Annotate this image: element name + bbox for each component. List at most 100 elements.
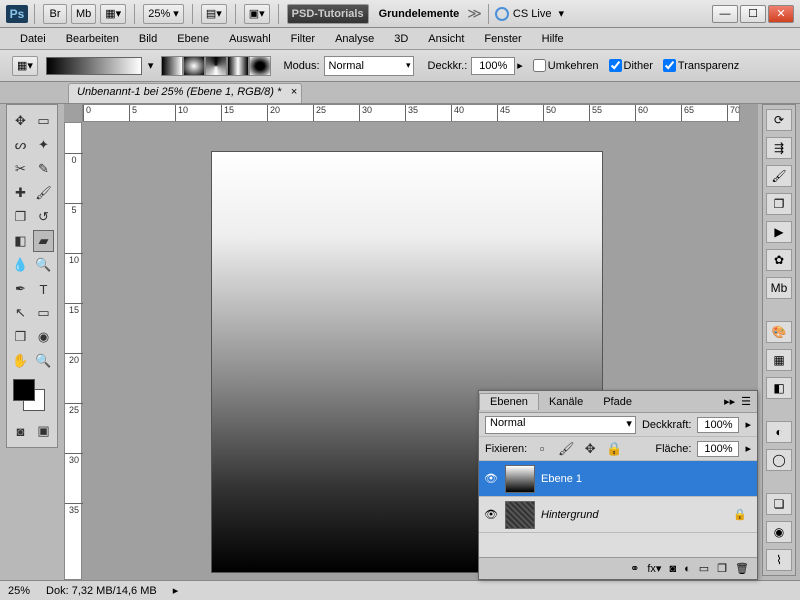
dock-masks-icon[interactable]: ◯	[766, 449, 792, 471]
ruler-horizontal[interactable]: 0510152025303540455055606570	[82, 104, 740, 122]
gradient-picker-chevron-icon[interactable]: ▾	[148, 59, 154, 72]
arrange-docs-button[interactable]: ▤▾	[201, 4, 227, 24]
dock-styles-icon[interactable]: ◧	[766, 377, 792, 399]
layer-thumbnail[interactable]	[505, 465, 535, 493]
tab-kanaele[interactable]: Kanäle	[539, 394, 593, 410]
screenmode-toggle[interactable]: ▣	[33, 420, 54, 442]
dock-history-icon[interactable]: ⟳	[766, 109, 792, 131]
path-select-tool[interactable]: ↖	[10, 302, 31, 324]
layer-fx-icon[interactable]: fx▾	[647, 562, 661, 575]
dock-color-icon[interactable]: 🎨	[766, 321, 792, 343]
screen-mode-button[interactable]: ▣▾	[244, 4, 270, 24]
menu-fenster[interactable]: Fenster	[474, 31, 531, 47]
menu-ansicht[interactable]: Ansicht	[418, 31, 474, 47]
shape-tool[interactable]: ▭	[33, 302, 54, 324]
dither-checkbox[interactable]	[609, 59, 622, 72]
opacity-input[interactable]	[471, 57, 515, 75]
layer-opacity-flyout-icon[interactable]: ▸	[745, 418, 751, 431]
menu-hilfe[interactable]: Hilfe	[532, 31, 574, 47]
tab-pfade[interactable]: Pfade	[593, 394, 642, 410]
lock-transparency-icon[interactable]: ▫	[534, 441, 550, 457]
gradient-linear[interactable]	[161, 56, 183, 76]
dock-paths-icon[interactable]: ⌇	[766, 549, 792, 571]
type-tool[interactable]: T	[33, 278, 54, 300]
layer-thumbnail[interactable]	[505, 501, 535, 529]
lock-all-icon[interactable]: 🔒	[606, 441, 622, 457]
magic-wand-tool[interactable]: ✦	[33, 134, 54, 156]
minimize-button[interactable]: —	[712, 5, 738, 23]
link-layers-icon[interactable]: ⚭	[630, 562, 639, 575]
menu-datei[interactable]: Datei	[10, 31, 56, 47]
menu-auswahl[interactable]: Auswahl	[219, 31, 281, 47]
gradient-tool[interactable]: ▰	[33, 230, 54, 252]
lock-position-icon[interactable]: ✥	[582, 441, 598, 457]
transparenz-checkbox[interactable]	[663, 59, 676, 72]
layer-blend-mode-select[interactable]: Normal	[485, 416, 636, 434]
stamp-tool[interactable]: ❐	[10, 206, 31, 228]
eyedropper-tool[interactable]: ✎	[33, 158, 54, 180]
blend-mode-select[interactable]: Normal	[324, 56, 414, 76]
3d-tool[interactable]: ❒	[10, 326, 31, 348]
tab-ebenen[interactable]: Ebenen	[479, 393, 539, 410]
zoom-tool[interactable]: 🔍	[33, 350, 54, 372]
lock-paint-icon[interactable]: 🖌	[558, 441, 574, 457]
opacity-flyout-icon[interactable]: ▸	[517, 59, 523, 72]
menu-analyse[interactable]: Analyse	[325, 31, 384, 47]
adjustment-layer-icon[interactable]: ◐	[684, 563, 691, 575]
umkehren-checkbox[interactable]	[533, 59, 546, 72]
layer-item[interactable]: 👁 Hintergrund 🔒	[479, 497, 757, 533]
layer-visibility-icon[interactable]: 👁	[483, 508, 499, 521]
view-extras-button[interactable]: ▦▾	[100, 4, 126, 24]
panel-menu-icon[interactable]: ☰	[741, 395, 751, 408]
layer-name[interactable]: Hintergrund	[541, 509, 727, 521]
brush-tool[interactable]: 🖌	[33, 182, 54, 204]
ruler-vertical[interactable]: 05101520253035	[64, 122, 82, 580]
status-zoom[interactable]: 25%	[8, 585, 30, 597]
menu-ebene[interactable]: Ebene	[167, 31, 219, 47]
menu-3d[interactable]: 3D	[384, 31, 418, 47]
layer-fill-input[interactable]	[697, 441, 739, 457]
crop-tool[interactable]: ✂	[10, 158, 31, 180]
gradient-angle[interactable]	[205, 56, 227, 76]
dock-layers-icon[interactable]: ❏	[766, 493, 792, 515]
document-tab[interactable]: Unbenannt-1 bei 25% (Ebene 1, RGB/8) * ×	[68, 83, 302, 103]
minibridge-button[interactable]: Mb	[71, 4, 96, 24]
workspace-grundelemente[interactable]: Grundelemente	[379, 8, 460, 20]
dodge-tool[interactable]: 🔍	[33, 254, 54, 276]
marquee-tool[interactable]: ▭	[33, 110, 54, 132]
panel-collapse-icon[interactable]: ▸▸	[724, 395, 735, 408]
eraser-tool[interactable]: ◧	[10, 230, 31, 252]
dock-stamp-icon[interactable]: ✿	[766, 249, 792, 271]
gradient-radial[interactable]	[183, 56, 205, 76]
layer-visibility-icon[interactable]: 👁	[483, 472, 499, 485]
delete-layer-icon[interactable]: 🗑	[735, 562, 749, 575]
gradient-preview-picker[interactable]	[46, 57, 142, 75]
pen-tool[interactable]: ✒	[10, 278, 31, 300]
quickmask-toggle[interactable]: ◙	[10, 420, 31, 442]
dock-clone-icon[interactable]: ❐	[766, 193, 792, 215]
layer-group-icon[interactable]: ▭	[699, 562, 709, 575]
gradient-reflected[interactable]	[227, 56, 249, 76]
new-layer-icon[interactable]: ❐	[717, 562, 727, 575]
healing-tool[interactable]: ✚	[10, 182, 31, 204]
foreground-color-swatch[interactable]	[13, 379, 35, 401]
dock-adjustments-icon[interactable]: ◐	[766, 421, 792, 443]
tool-preset-picker[interactable]: ▦▾	[12, 56, 38, 76]
layer-item[interactable]: 👁 Ebene 1	[479, 461, 757, 497]
layer-name[interactable]: Ebene 1	[541, 473, 753, 485]
history-brush-tool[interactable]: ↺	[33, 206, 54, 228]
layer-fill-flyout-icon[interactable]: ▸	[745, 442, 751, 455]
status-doc-size[interactable]: Dok: 7,32 MB/14,6 MB	[46, 585, 157, 597]
dock-actions-icon[interactable]: ⇶	[766, 137, 792, 159]
close-button[interactable]: ✕	[768, 5, 794, 23]
blur-tool[interactable]: 💧	[10, 254, 31, 276]
layer-opacity-input[interactable]	[697, 417, 739, 433]
maximize-button[interactable]: ☐	[740, 5, 766, 23]
menu-bild[interactable]: Bild	[129, 31, 167, 47]
zoom-level-dropdown[interactable]: 25% ▾	[143, 4, 184, 24]
workspace-more-icon[interactable]: ≫	[467, 5, 482, 22]
dock-swatches-icon[interactable]: ▦	[766, 349, 792, 371]
document-tab-close-icon[interactable]: ×	[291, 86, 297, 98]
status-flyout-icon[interactable]: ▸	[173, 584, 179, 597]
move-tool[interactable]: ✥	[10, 110, 31, 132]
